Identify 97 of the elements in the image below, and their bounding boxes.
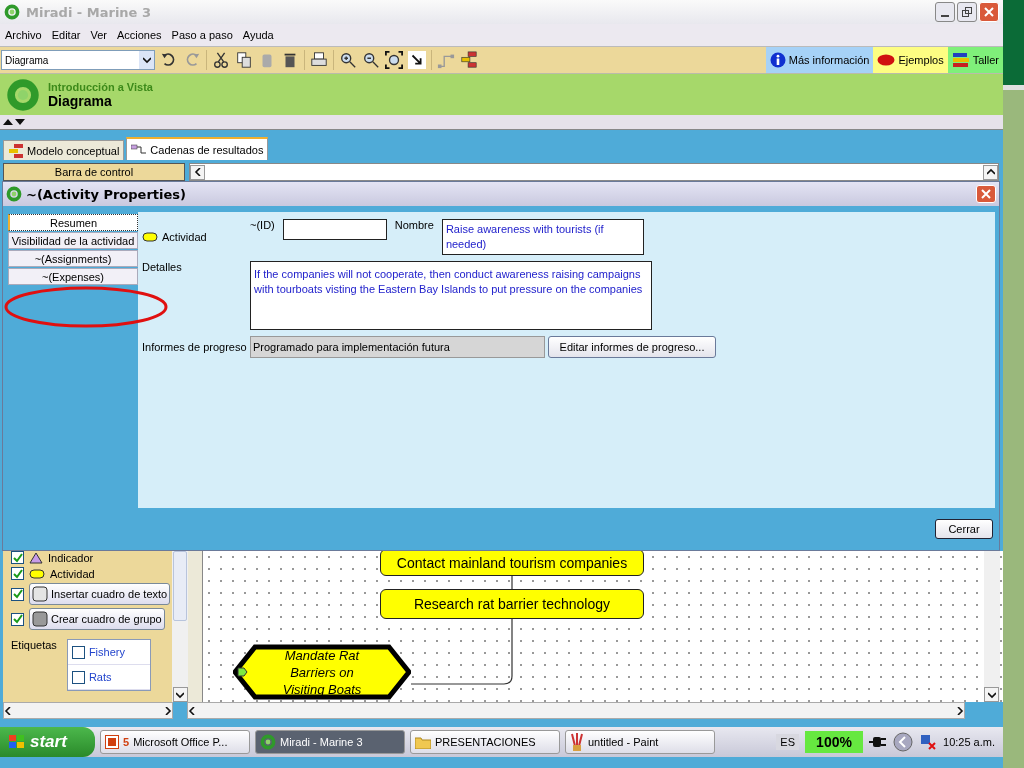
legend-label: Actividad xyxy=(50,567,95,580)
checkbox[interactable] xyxy=(71,645,85,659)
progress-label: Informes de progreso xyxy=(142,341,248,353)
miradi-logo-icon xyxy=(4,4,20,20)
tags-label: Etiquetas xyxy=(11,639,57,653)
section-tab[interactable]: Visibilidad de la actividad xyxy=(8,232,138,249)
header-subtitle: Introducción a Vista xyxy=(48,80,153,93)
scroll-left-button[interactable] xyxy=(190,164,205,180)
window-title: Miradi - Marine 3 xyxy=(26,4,151,20)
cut-icon[interactable] xyxy=(212,51,230,69)
section-tab[interactable]: Resumen xyxy=(8,214,138,231)
section-tab[interactable]: ~(Expenses) xyxy=(8,268,138,285)
zoom-out-icon[interactable] xyxy=(362,51,380,69)
close-button[interactable] xyxy=(976,185,996,203)
cycle-icon xyxy=(260,734,276,750)
menu-item[interactable]: Acciones xyxy=(113,27,165,43)
blocks-icon xyxy=(8,143,24,158)
scroll-down-button[interactable] xyxy=(984,687,999,702)
header-title: Diagrama xyxy=(48,92,113,109)
progress-field: Programado para implementación futura xyxy=(250,336,545,358)
cycle-logo-icon xyxy=(6,77,40,112)
zoom-in-icon[interactable] xyxy=(339,51,357,69)
name-field[interactable]: Raise awareness with tourists (if needed) xyxy=(441,219,644,255)
collapse-tray-icon[interactable] xyxy=(893,732,913,752)
section-tab[interactable]: ~(Assignments) xyxy=(8,250,138,267)
zoom-fit-icon[interactable] xyxy=(385,51,403,69)
activity-node[interactable]: Research rat barrier technology xyxy=(380,589,644,619)
scroll-down-button[interactable] xyxy=(172,687,188,702)
square-icon xyxy=(32,586,48,602)
checkbox[interactable] xyxy=(71,670,85,684)
folder-icon xyxy=(415,735,431,749)
miradi-logo-icon xyxy=(6,186,22,202)
insert-button[interactable]: Insertar cuadro de texto xyxy=(29,583,171,605)
legend-label: Indicador xyxy=(48,551,94,564)
id-field[interactable] xyxy=(282,219,387,240)
menu-item[interactable]: Ver xyxy=(87,27,110,43)
square-icon xyxy=(32,611,48,627)
activity-node[interactable]: Contact mainland tourism companies xyxy=(380,551,644,576)
checkbox[interactable] xyxy=(11,612,24,626)
power-plug-icon[interactable] xyxy=(869,734,887,750)
tab[interactable]: Cadenas de resultados xyxy=(126,137,269,160)
restore-button[interactable] xyxy=(957,2,977,22)
taskbar-button[interactable]: 5 Microsoft Office P... xyxy=(100,730,250,754)
help-button[interactable]: Ejemplos xyxy=(873,47,948,73)
scroll-up-button[interactable] xyxy=(983,164,998,180)
checkbox[interactable] xyxy=(11,551,24,564)
type-label: Actividad xyxy=(162,231,207,243)
menu-item[interactable]: Archivo xyxy=(2,27,45,43)
presentation-icon xyxy=(105,735,119,749)
strategy-node[interactable]: Mandate Rat Barriers on Visiting Boats xyxy=(233,643,411,701)
flag-icon xyxy=(8,734,26,750)
horizontal-scrollbar[interactable] xyxy=(3,702,173,719)
horizontal-scrollbar[interactable] xyxy=(187,702,965,719)
help-button[interactable]: Taller xyxy=(947,47,1003,73)
close-button[interactable] xyxy=(979,2,999,22)
restore-icon xyxy=(961,6,973,18)
triangle-icon xyxy=(29,551,43,564)
network-icon[interactable] xyxy=(919,733,937,751)
minimize-icon xyxy=(941,15,949,17)
pencils-icon xyxy=(951,52,970,68)
scroll-thumb[interactable] xyxy=(173,551,187,621)
view-dropdown[interactable]: Diagrama xyxy=(1,50,155,70)
name-label: Nombre xyxy=(394,219,434,231)
copy-icon[interactable] xyxy=(235,51,253,69)
language-indicator[interactable]: ES xyxy=(776,734,799,750)
taskbar-button[interactable]: Miradi - Marine 3 xyxy=(255,730,405,754)
clock: 10:25 a.m. xyxy=(943,736,995,748)
id-label: ~(ID) xyxy=(250,219,275,231)
edit-progress-button[interactable]: Editar informes de progreso... xyxy=(548,336,716,358)
close-icon xyxy=(984,7,994,17)
brushes-icon xyxy=(570,733,584,751)
details-field[interactable]: If the companies will not cooperate, then conduct awareness raising campaigns with tourboats visting the Eastern Bay Islands to put pressure on the companies xyxy=(250,261,652,330)
close-icon xyxy=(981,189,991,199)
battery-percentage: 100% xyxy=(805,731,863,753)
details-label: Detalles xyxy=(142,261,183,275)
info-icon xyxy=(769,52,786,68)
oval-icon xyxy=(877,54,896,66)
print-icon[interactable] xyxy=(310,51,328,69)
taskbar-button[interactable]: PRESENTACIONES xyxy=(410,730,560,754)
checkbox[interactable] xyxy=(11,587,24,601)
help-button[interactable]: Más información xyxy=(765,47,874,73)
chain-icon[interactable] xyxy=(460,51,478,69)
control-bar-header[interactable]: Barra de control xyxy=(3,163,185,181)
dialog-title: ~(Activity Properties) xyxy=(26,186,186,202)
taskbar-button[interactable]: untitled - Paint xyxy=(565,730,715,754)
close-dialog-button[interactable]: Cerrar xyxy=(935,519,993,539)
minimize-button[interactable] xyxy=(935,2,955,22)
chain-icon xyxy=(131,143,148,156)
tag-label[interactable]: Fishery xyxy=(88,646,125,658)
menu-item[interactable]: Paso a paso xyxy=(168,27,236,43)
menu-item[interactable]: Editar xyxy=(48,27,84,43)
insert-button[interactable]: Crear cuadro de grupo xyxy=(29,608,165,630)
checkbox[interactable] xyxy=(11,567,24,580)
collapse-expand-icon[interactable] xyxy=(3,118,27,126)
tag-label[interactable]: Rats xyxy=(88,671,112,683)
menu-item[interactable]: Ayuda xyxy=(239,27,277,43)
tab[interactable]: Modelo conceptual xyxy=(3,140,125,160)
